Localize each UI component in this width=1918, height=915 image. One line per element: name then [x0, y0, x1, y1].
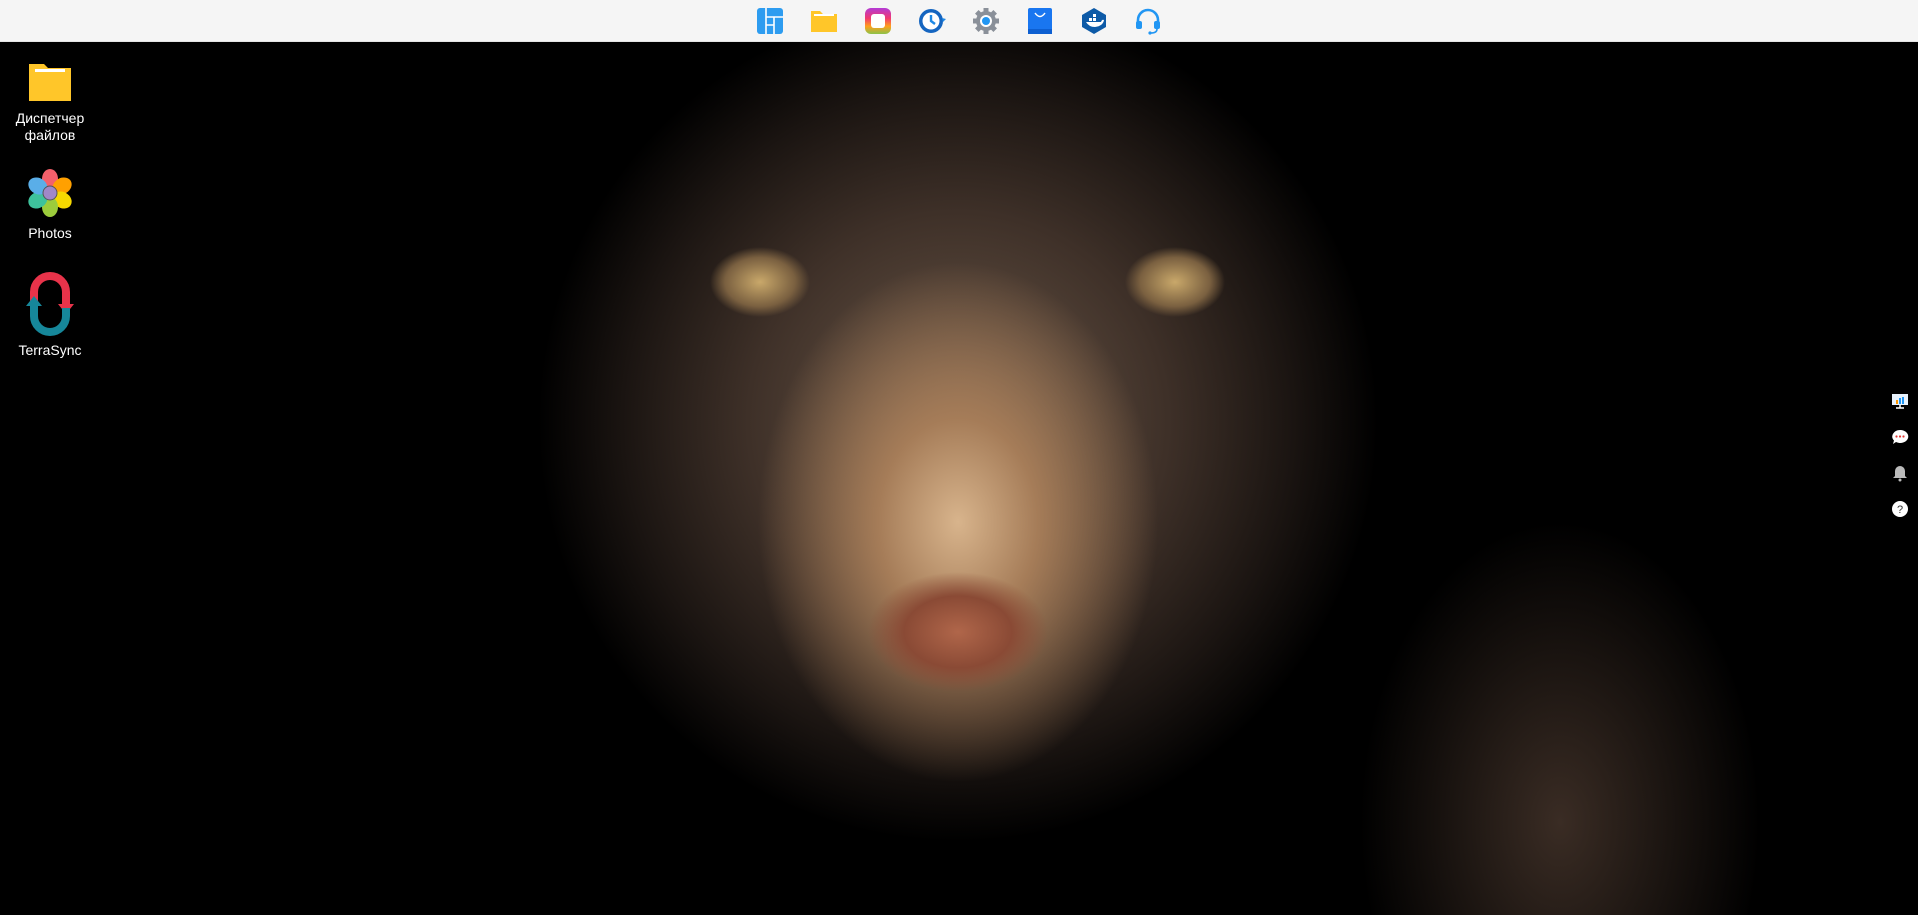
support-button[interactable]: [1133, 6, 1163, 36]
desktop-icon-label: TerraSync: [18, 342, 82, 358]
help-icon: ?: [1892, 501, 1908, 517]
svg-text:?: ?: [1897, 504, 1903, 516]
sync-icon: [26, 272, 74, 336]
taskbar: [0, 0, 1918, 42]
desktop-icon-label: Диспетчер файлов: [15, 110, 85, 143]
photos-app-button[interactable]: [863, 6, 893, 36]
app-center-button[interactable]: [1025, 6, 1055, 36]
shopping-bag-icon: [1028, 7, 1052, 34]
desktop-icon-file-manager[interactable]: Диспетчер файлов: [0, 60, 100, 144]
flower-icon: [28, 169, 72, 217]
main-menu-button[interactable]: [755, 6, 785, 36]
notifications-button[interactable]: [1890, 463, 1910, 483]
help-button[interactable]: ?: [1890, 499, 1910, 519]
resource-monitor-button[interactable]: [1890, 391, 1910, 411]
file-manager-button[interactable]: [809, 6, 839, 36]
bell-icon: [1893, 466, 1907, 482]
gear-icon: [973, 7, 999, 34]
settings-button[interactable]: [971, 6, 1001, 36]
folder-icon: [811, 10, 837, 32]
folder-icon: [29, 64, 71, 101]
gradient-square-icon: [865, 7, 891, 34]
headset-icon: [1136, 8, 1160, 35]
chat-bubble-icon: [1892, 429, 1909, 444]
desktop-icon-terrasync[interactable]: TerraSync: [0, 272, 100, 359]
docker-icon: [1082, 7, 1106, 34]
docker-app-button[interactable]: [1079, 6, 1109, 36]
desktop-icon-label: Photos: [28, 225, 72, 241]
clock-refresh-icon: [919, 8, 946, 33]
monitor-chart-icon: [1892, 394, 1908, 409]
desktop-icon-photos[interactable]: Photos: [0, 167, 100, 242]
backup-app-button[interactable]: [917, 6, 947, 36]
desktop-wallpaper: [0, 42, 1918, 915]
messages-button[interactable]: [1890, 427, 1910, 447]
grid-panels-icon: [757, 7, 783, 34]
